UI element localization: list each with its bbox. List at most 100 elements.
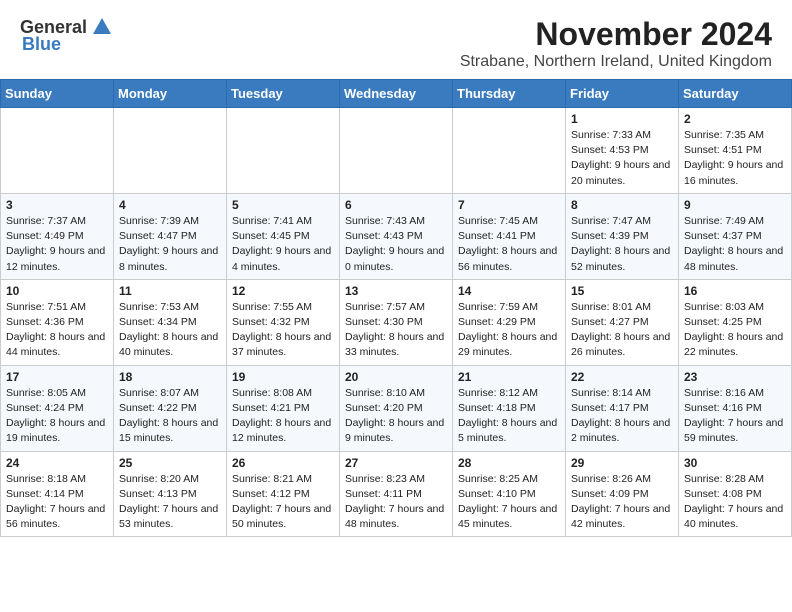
day-number: 30 [684,456,786,470]
day-cell [453,108,566,194]
day-cell: 21 Sunrise: 8:12 AM Sunset: 4:18 PM Dayli… [453,365,566,451]
day-cell: 16 Sunrise: 8:03 AM Sunset: 4:25 PM Dayli… [679,279,792,365]
day-cell: 29Sunrise: 8:26 AM Sunset: 4:09 PM Dayli… [566,451,679,537]
day-cell: 13 Sunrise: 7:57 AM Sunset: 4:30 PM Dayli… [340,279,453,365]
logo: General Blue [20,16,113,55]
day-cell: 22Sunrise: 8:14 AM Sunset: 4:17 PM Dayli… [566,365,679,451]
day-number: 8 [571,198,673,212]
day-info: Sunrise: 7:45 AM Sunset: 4:41 PM Dayligh… [458,214,560,275]
day-info: Sunrise: 8:18 AM Sunset: 4:14 PM Dayligh… [6,472,108,533]
day-info: Sunrise: 8:01 AM Sunset: 4:27 PM Dayligh… [571,300,673,361]
day-number: 19 [232,370,334,384]
day-cell [227,108,340,194]
day-number: 21 [458,370,560,384]
logo-icon [91,16,113,38]
day-info: Sunrise: 8:16 AM Sunset: 4:16 PM Dayligh… [684,386,786,447]
day-number: 27 [345,456,447,470]
week-row-2: 3 Sunrise: 7:37 AM Sunset: 4:49 PM Daylig… [1,193,792,279]
day-number: 5 [232,198,334,212]
day-info: Sunrise: 7:49 AM Sunset: 4:37 PM Dayligh… [684,214,786,275]
day-cell: 4 Sunrise: 7:39 AM Sunset: 4:47 PM Daylig… [114,193,227,279]
day-cell: 3 Sunrise: 7:37 AM Sunset: 4:49 PM Daylig… [1,193,114,279]
day-info: Sunrise: 8:05 AM Sunset: 4:24 PM Dayligh… [6,386,108,447]
day-number: 12 [232,284,334,298]
day-info: Sunrise: 8:12 AM Sunset: 4:18 PM Dayligh… [458,386,560,447]
day-info: Sunrise: 7:43 AM Sunset: 4:43 PM Dayligh… [345,214,447,275]
day-number: 14 [458,284,560,298]
day-number: 17 [6,370,108,384]
day-info: Sunrise: 7:41 AM Sunset: 4:45 PM Dayligh… [232,214,334,275]
day-info: Sunrise: 7:59 AM Sunset: 4:29 PM Dayligh… [458,300,560,361]
weekday-header-monday: Monday [114,80,227,108]
day-info: Sunrise: 8:03 AM Sunset: 4:25 PM Dayligh… [684,300,786,361]
day-info: Sunrise: 7:39 AM Sunset: 4:47 PM Dayligh… [119,214,221,275]
day-cell: 7 Sunrise: 7:45 AM Sunset: 4:41 PM Daylig… [453,193,566,279]
weekday-header-friday: Friday [566,80,679,108]
day-number: 25 [119,456,221,470]
day-cell: 25 Sunrise: 8:20 AM Sunset: 4:13 PM Dayli… [114,451,227,537]
calendar-table: SundayMondayTuesdayWednesdayThursdayFrid… [0,79,792,537]
day-cell: 11 Sunrise: 7:53 AM Sunset: 4:34 PM Dayli… [114,279,227,365]
day-number: 4 [119,198,221,212]
day-cell: 8 Sunrise: 7:47 AM Sunset: 4:39 PM Daylig… [566,193,679,279]
weekday-header-thursday: Thursday [453,80,566,108]
day-cell: 27 Sunrise: 8:23 AM Sunset: 4:11 PM Dayli… [340,451,453,537]
day-number: 15 [571,284,673,298]
weekday-header-tuesday: Tuesday [227,80,340,108]
weekday-header-sunday: Sunday [1,80,114,108]
day-cell: 20 Sunrise: 8:10 AM Sunset: 4:20 PM Dayli… [340,365,453,451]
day-info: Sunrise: 7:35 AM Sunset: 4:51 PM Dayligh… [684,128,786,189]
week-row-5: 24 Sunrise: 8:18 AM Sunset: 4:14 PM Dayli… [1,451,792,537]
day-info: Sunrise: 8:07 AM Sunset: 4:22 PM Dayligh… [119,386,221,447]
day-cell: 18 Sunrise: 8:07 AM Sunset: 4:22 PM Dayli… [114,365,227,451]
day-number: 7 [458,198,560,212]
day-number: 13 [345,284,447,298]
day-cell [1,108,114,194]
weekday-header-wednesday: Wednesday [340,80,453,108]
month-title: November 2024 [460,16,772,53]
day-number: 23 [684,370,786,384]
day-cell: 5 Sunrise: 7:41 AM Sunset: 4:45 PM Daylig… [227,193,340,279]
page-header: General Blue November 2024 Strabane, Nor… [0,0,792,79]
day-cell: 26 Sunrise: 8:21 AM Sunset: 4:12 PM Dayli… [227,451,340,537]
day-cell: 23 Sunrise: 8:16 AM Sunset: 4:16 PM Dayli… [679,365,792,451]
day-cell: 24 Sunrise: 8:18 AM Sunset: 4:14 PM Dayli… [1,451,114,537]
day-number: 9 [684,198,786,212]
day-cell: 6 Sunrise: 7:43 AM Sunset: 4:43 PM Daylig… [340,193,453,279]
weekday-header-saturday: Saturday [679,80,792,108]
day-info: Sunrise: 7:55 AM Sunset: 4:32 PM Dayligh… [232,300,334,361]
day-cell: 28Sunrise: 8:25 AM Sunset: 4:10 PM Dayli… [453,451,566,537]
day-info: Sunrise: 7:53 AM Sunset: 4:34 PM Dayligh… [119,300,221,361]
day-cell: 19Sunrise: 8:08 AM Sunset: 4:21 PM Dayli… [227,365,340,451]
title-block: November 2024 Strabane, Northern Ireland… [460,16,772,71]
day-info: Sunrise: 8:10 AM Sunset: 4:20 PM Dayligh… [345,386,447,447]
day-number: 11 [119,284,221,298]
day-info: Sunrise: 7:47 AM Sunset: 4:39 PM Dayligh… [571,214,673,275]
day-cell [114,108,227,194]
week-row-4: 17 Sunrise: 8:05 AM Sunset: 4:24 PM Dayli… [1,365,792,451]
day-number: 16 [684,284,786,298]
day-info: Sunrise: 8:20 AM Sunset: 4:13 PM Dayligh… [119,472,221,533]
day-info: Sunrise: 8:23 AM Sunset: 4:11 PM Dayligh… [345,472,447,533]
day-info: Sunrise: 8:28 AM Sunset: 4:08 PM Dayligh… [684,472,786,533]
day-number: 24 [6,456,108,470]
day-cell: 17 Sunrise: 8:05 AM Sunset: 4:24 PM Dayli… [1,365,114,451]
day-cell: 15 Sunrise: 8:01 AM Sunset: 4:27 PM Dayli… [566,279,679,365]
day-number: 20 [345,370,447,384]
day-info: Sunrise: 7:37 AM Sunset: 4:49 PM Dayligh… [6,214,108,275]
location: Strabane, Northern Ireland, United Kingd… [460,53,772,71]
day-number: 26 [232,456,334,470]
day-info: Sunrise: 8:14 AM Sunset: 4:17 PM Dayligh… [571,386,673,447]
day-info: Sunrise: 7:33 AM Sunset: 4:53 PM Dayligh… [571,128,673,189]
day-cell: 2Sunrise: 7:35 AM Sunset: 4:51 PM Daylig… [679,108,792,194]
day-number: 1 [571,112,673,126]
day-info: Sunrise: 8:26 AM Sunset: 4:09 PM Dayligh… [571,472,673,533]
day-cell: 1 Sunrise: 7:33 AM Sunset: 4:53 PM Daylig… [566,108,679,194]
day-cell: 14 Sunrise: 7:59 AM Sunset: 4:29 PM Dayli… [453,279,566,365]
day-number: 3 [6,198,108,212]
day-info: Sunrise: 7:57 AM Sunset: 4:30 PM Dayligh… [345,300,447,361]
day-number: 18 [119,370,221,384]
day-cell: 12 Sunrise: 7:55 AM Sunset: 4:32 PM Dayli… [227,279,340,365]
day-info: Sunrise: 8:21 AM Sunset: 4:12 PM Dayligh… [232,472,334,533]
day-number: 6 [345,198,447,212]
